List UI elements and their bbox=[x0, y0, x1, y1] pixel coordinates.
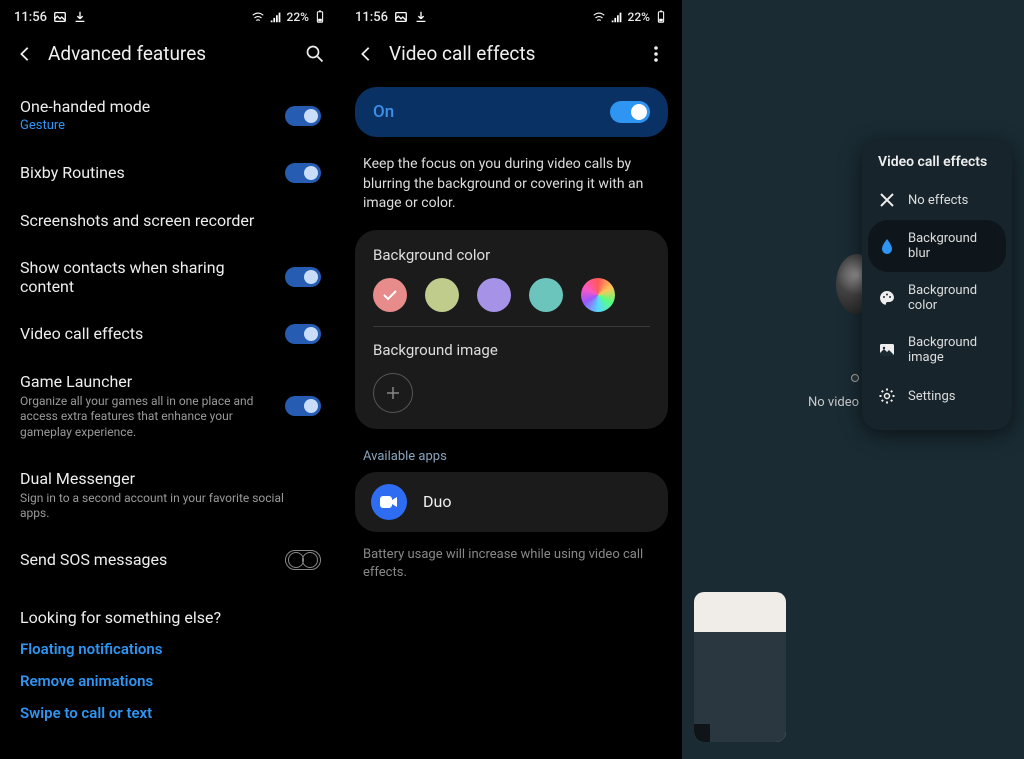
popup-item-background-color[interactable]: Background color bbox=[862, 272, 1012, 324]
bg-color-label: Background color bbox=[373, 246, 650, 264]
popup-item-label: Background image bbox=[908, 335, 996, 365]
gear-icon bbox=[878, 387, 896, 405]
setting-subtitle: Sign in to a second account in your favo… bbox=[20, 491, 309, 522]
toggle-switch[interactable] bbox=[285, 106, 321, 126]
download-indicator-icon bbox=[414, 10, 428, 24]
setting-show-contacts-sharing[interactable]: Show contacts when sharing content bbox=[0, 244, 341, 310]
page-title: Video call effects bbox=[389, 42, 632, 65]
setting-game-launcher[interactable]: Game Launcher Organize all your games al… bbox=[0, 358, 341, 455]
color-swatch-pink[interactable] bbox=[373, 278, 407, 312]
battery-icon bbox=[654, 10, 668, 24]
image-indicator-icon bbox=[53, 10, 67, 24]
image-icon bbox=[878, 341, 896, 359]
duo-app-icon bbox=[371, 484, 407, 520]
popup-item-label: Background color bbox=[908, 283, 996, 313]
page-title: Advanced features bbox=[48, 42, 291, 65]
record-indicator-icon bbox=[851, 374, 859, 382]
looking-heading: Looking for something else? bbox=[0, 584, 341, 633]
popup-title: Video call effects bbox=[862, 154, 1012, 180]
setting-send-sos[interactable]: Send SOS messages bbox=[0, 536, 341, 584]
wifi-icon bbox=[251, 10, 265, 24]
download-indicator-icon bbox=[73, 10, 87, 24]
x-icon bbox=[878, 191, 896, 209]
toggle-switch[interactable] bbox=[285, 324, 321, 344]
setting-title: Show contacts when sharing content bbox=[20, 258, 273, 296]
setting-title: Bixby Routines bbox=[20, 163, 273, 182]
description: Keep the focus on you during video calls… bbox=[341, 145, 682, 230]
app-name: Duo bbox=[423, 492, 451, 511]
video-call-popup-screen: No video Video call effects No effects B… bbox=[682, 0, 1024, 759]
battery-icon bbox=[313, 10, 327, 24]
popup-item-background-image[interactable]: Background image bbox=[862, 324, 1012, 376]
signal-icon bbox=[269, 10, 283, 24]
toggle-switch-off[interactable] bbox=[285, 550, 321, 570]
setting-title: One-handed mode bbox=[20, 97, 273, 116]
video-call-effects-screen: 11:56 22% Video call effects On Keep the… bbox=[341, 0, 682, 759]
thumbnail-handle bbox=[694, 724, 710, 742]
plus-icon bbox=[385, 385, 401, 401]
status-bar: 11:56 22% bbox=[0, 0, 341, 28]
setting-screenshots-recorder[interactable]: Screenshots and screen recorder bbox=[0, 197, 341, 244]
self-view-thumbnail[interactable] bbox=[694, 592, 786, 742]
toggle-switch[interactable] bbox=[285, 267, 321, 287]
popup-item-label: Settings bbox=[908, 389, 955, 404]
add-image-button[interactable] bbox=[373, 373, 413, 413]
no-video-label: No video bbox=[808, 395, 859, 410]
advanced-features-screen: 11:56 22% Advanced features One-handed m… bbox=[0, 0, 341, 759]
master-toggle-label: On bbox=[373, 102, 394, 122]
status-time: 11:56 bbox=[355, 10, 388, 25]
available-apps-label: Available apps bbox=[341, 441, 682, 472]
settings-list: One-handed mode Gesture Bixby Routines S… bbox=[0, 79, 341, 733]
setting-title: Send SOS messages bbox=[20, 550, 273, 569]
setting-title: Video call effects bbox=[20, 324, 273, 343]
popup-item-settings[interactable]: Settings bbox=[862, 376, 1012, 416]
setting-title: Screenshots and screen recorder bbox=[20, 211, 309, 230]
signal-icon bbox=[610, 10, 624, 24]
palette-icon bbox=[878, 289, 896, 307]
setting-subtitle: Organize all your games all in one place… bbox=[20, 394, 273, 441]
bg-image-label: Background image bbox=[373, 341, 650, 359]
wifi-icon bbox=[592, 10, 606, 24]
setting-dual-messenger[interactable]: Dual Messenger Sign in to a second accou… bbox=[0, 455, 341, 536]
more-icon[interactable] bbox=[646, 44, 666, 64]
header: Video call effects bbox=[341, 28, 682, 79]
setting-one-handed-mode[interactable]: One-handed mode Gesture bbox=[0, 83, 341, 149]
link-remove-animations[interactable]: Remove animations bbox=[0, 665, 341, 697]
color-swatch-teal[interactable] bbox=[529, 278, 563, 312]
color-swatch-olive[interactable] bbox=[425, 278, 459, 312]
battery-footnote: Battery usage will increase while using … bbox=[341, 532, 682, 596]
effects-popup: Video call effects No effects Background… bbox=[862, 140, 1012, 430]
setting-title: Dual Messenger bbox=[20, 469, 309, 488]
color-swatches bbox=[373, 278, 650, 327]
link-swipe-call-text[interactable]: Swipe to call or text bbox=[0, 697, 341, 729]
popup-item-background-blur[interactable]: Background blur bbox=[868, 220, 1006, 272]
toggle-switch[interactable] bbox=[285, 163, 321, 183]
setting-video-call-effects[interactable]: Video call effects bbox=[0, 310, 341, 358]
color-swatch-purple[interactable] bbox=[477, 278, 511, 312]
battery-percent: 22% bbox=[287, 10, 309, 24]
master-toggle-row[interactable]: On bbox=[355, 87, 668, 137]
setting-subtitle: Gesture bbox=[20, 118, 273, 135]
search-icon[interactable] bbox=[305, 44, 325, 64]
check-icon bbox=[382, 289, 398, 301]
setting-title: Game Launcher bbox=[20, 372, 273, 391]
status-time: 11:56 bbox=[14, 10, 47, 25]
app-row-duo[interactable]: Duo bbox=[355, 472, 668, 532]
toggle-switch[interactable] bbox=[285, 396, 321, 416]
color-swatch-rainbow[interactable] bbox=[581, 278, 615, 312]
popup-item-no-effects[interactable]: No effects bbox=[862, 180, 1012, 220]
setting-bixby-routines[interactable]: Bixby Routines bbox=[0, 149, 341, 197]
back-icon[interactable] bbox=[357, 45, 375, 63]
back-icon[interactable] bbox=[16, 45, 34, 63]
background-card: Background color Background image bbox=[355, 230, 668, 429]
link-floating-notifications[interactable]: Floating notifications bbox=[0, 633, 341, 665]
popup-item-label: No effects bbox=[908, 193, 968, 208]
header: Advanced features bbox=[0, 28, 341, 79]
blur-icon bbox=[878, 237, 896, 255]
image-indicator-icon bbox=[394, 10, 408, 24]
master-toggle-switch[interactable] bbox=[610, 101, 650, 123]
battery-percent: 22% bbox=[628, 10, 650, 24]
popup-item-label: Background blur bbox=[908, 231, 996, 261]
status-bar: 11:56 22% bbox=[341, 0, 682, 28]
